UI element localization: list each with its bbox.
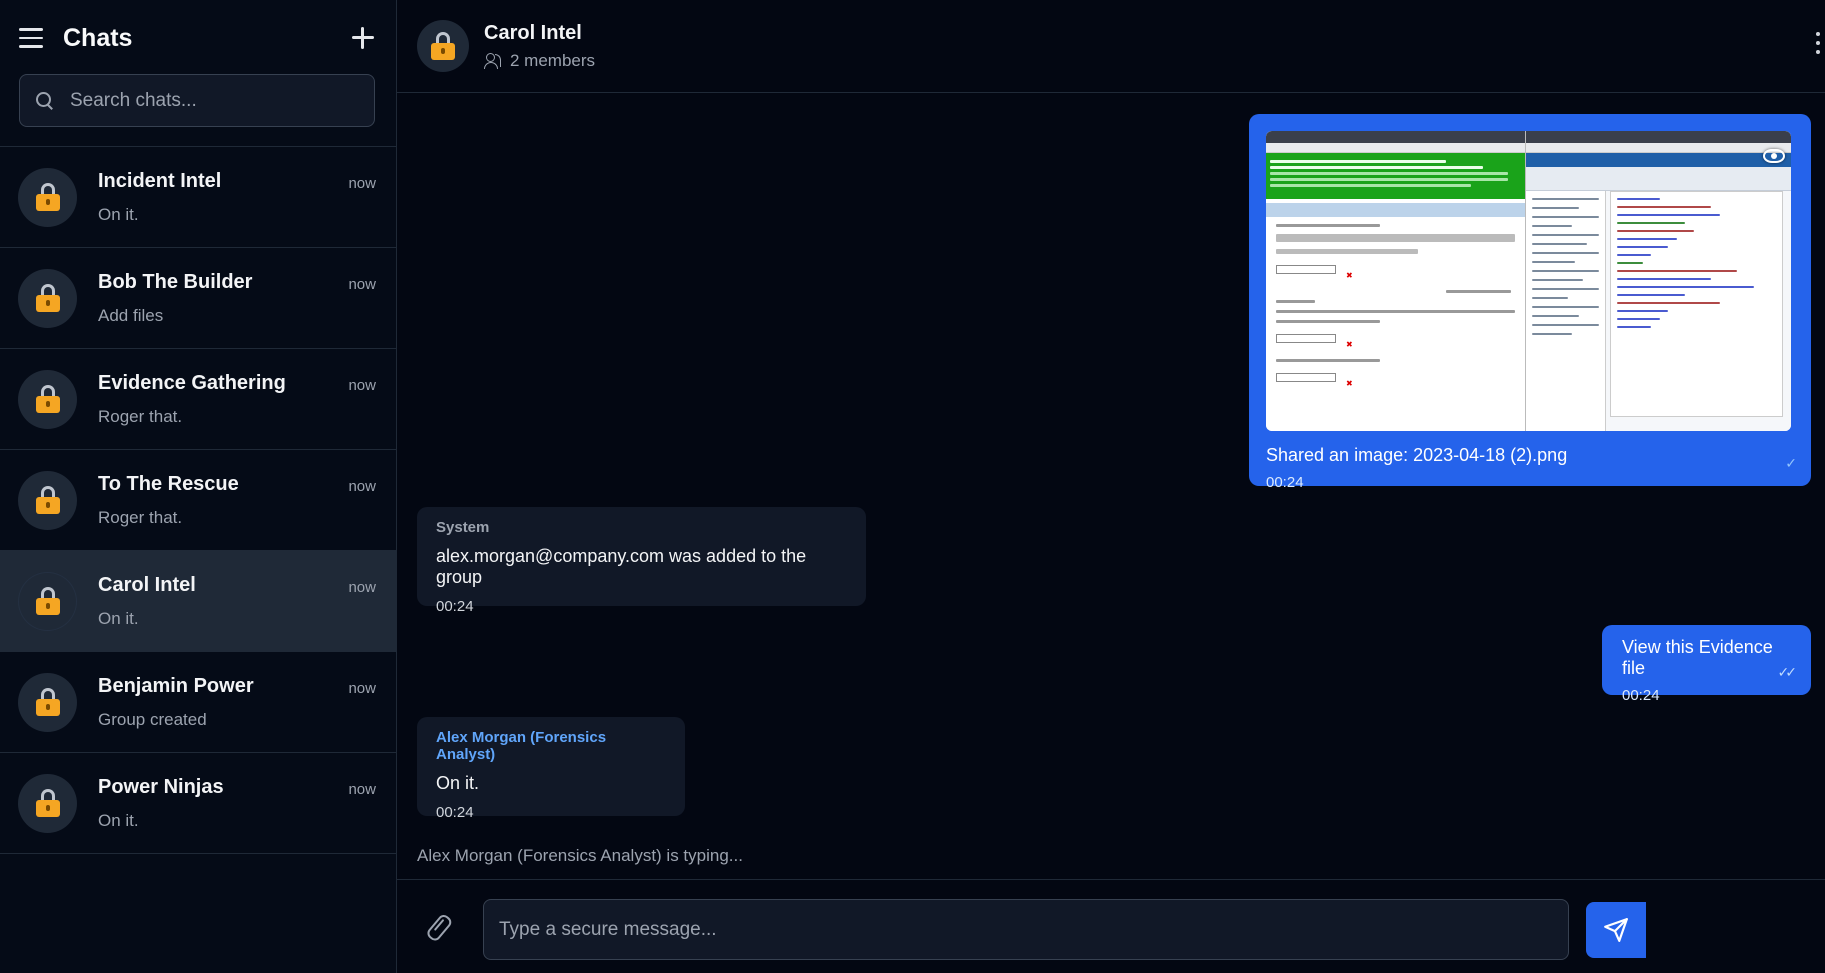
chat-item-bob-the-builder[interactable]: Bob The Builder Add files now [0,248,396,349]
members-count[interactable]: 2 members [484,51,595,71]
users-icon [484,52,504,69]
chat-time: now [348,175,376,192]
avatar [18,470,77,530]
chat-item-carol-intel[interactable]: Carol Intel On it. now [0,551,396,652]
message-text: alex.morgan@company.com was added to the… [436,546,807,587]
typing-indicator: Alex Morgan (Forensics Analyst) is typin… [417,846,743,865]
chat-list: Incident Intel On it. now Bob The Builder… [0,147,396,973]
screenshot-left-pane: ✖ ✖ ✖ [1266,131,1526,431]
chat-preview: Group created [98,709,207,729]
sidebar-header: Chats [0,0,396,147]
message-image: ✖ ✖ ✖ Shared an image: 2023-04-18 (2).pn… [1249,114,1811,491]
lock-icon [35,385,60,413]
message-time: 00:24 [1622,687,1660,704]
chat-name: Power Ninjas [98,775,224,798]
hamburger-icon[interactable] [19,24,47,52]
check-icon: ✓ [1785,455,1797,471]
avatar [18,571,77,631]
chat-preview: On it. [98,204,139,224]
message-view-evidence[interactable]: View this Evidence file 00:24 ✓✓ [1602,625,1811,704]
chat-preview: Roger that. [98,406,183,426]
message-time: 00:24 [436,804,474,821]
members-label: 2 members [510,50,596,70]
message-list: ✖ ✖ ✖ Shared an image: 2023-04-18 (2).pn… [397,93,1825,879]
chat-item-to-the-rescue[interactable]: To The Rescue Roger that. now [0,450,396,551]
eye-icon[interactable] [1763,149,1785,163]
message-sender: Alex Morgan (Forensics Analyst) [436,729,607,763]
avatar [18,268,77,328]
search-icon [36,91,54,110]
search-box[interactable] [19,74,375,127]
message-text: On it. [436,773,480,793]
lock-icon [35,486,60,514]
chat-preview: On it. [98,810,139,830]
chat-item-power-ninjas[interactable]: Power Ninjas On it. now [0,753,396,854]
chat-time: now [348,276,376,293]
lock-icon [35,284,60,312]
conversation-header: Carol Intel 2 members [397,0,1825,93]
conversation-pane: Carol Intel 2 members ✖ ✖ ✖ Shared an im… [397,0,1825,973]
chat-time: now [348,781,376,798]
message-time: 00:24 [1266,474,1304,491]
double-check-icon: ✓✓ [1777,664,1798,680]
lock-icon [35,688,60,716]
lock-icon [35,183,60,211]
lock-icon [35,789,60,817]
composer [397,879,1825,973]
message-alex: Alex Morgan (Forensics Analyst) On it. 0… [417,717,685,821]
conversation-title: Carol Intel [484,21,582,44]
chat-preview: Add files [98,305,164,325]
avatar [417,20,469,72]
message-time: 00:24 [436,598,474,615]
chat-time: now [348,680,376,697]
chat-name: Carol Intel [98,573,196,596]
image-preview[interactable]: ✖ ✖ ✖ [1266,131,1791,431]
lock-icon [431,32,455,60]
chat-app: Chats Incident Intel On it. now Bob The B… [0,0,1825,973]
sidebar-title: Chats [63,23,133,52]
chat-time: now [348,579,376,596]
kebab-icon[interactable] [1815,32,1821,54]
chat-time: now [348,478,376,495]
paperclip-icon[interactable] [423,909,457,943]
chat-name: Incident Intel [98,169,222,192]
send-icon [1604,918,1628,942]
chat-name: Bob The Builder [98,270,253,293]
avatar [18,672,77,732]
image-caption: Shared an image: 2023-04-18 (2).png [1266,445,1568,465]
chat-name: Benjamin Power [98,674,254,697]
chat-preview: On it. [98,608,139,628]
avatar [18,773,77,833]
message-text: View this Evidence file [1622,637,1773,678]
chat-name: Evidence Gathering [98,371,286,394]
message-input[interactable] [483,899,1569,960]
message-sender: System [436,519,490,536]
search-input[interactable] [70,89,374,112]
chat-item-benjamin-power[interactable]: Benjamin Power Group created now [0,652,396,753]
send-button[interactable] [1586,902,1646,958]
message-system: System alex.morgan@company.com was added… [417,507,866,615]
screenshot-right-pane [1526,131,1791,431]
lock-icon [35,587,60,615]
chat-item-evidence-gathering[interactable]: Evidence Gathering Roger that. now [0,349,396,450]
avatar [18,369,77,429]
chat-item-incident-intel[interactable]: Incident Intel On it. now [0,147,396,248]
chat-preview: Roger that. [98,507,183,527]
chat-name: To The Rescue [98,472,239,495]
avatar [18,167,77,227]
sidebar: Chats Incident Intel On it. now Bob The B… [0,0,397,973]
plus-icon[interactable] [349,24,377,52]
chat-time: now [348,377,376,394]
